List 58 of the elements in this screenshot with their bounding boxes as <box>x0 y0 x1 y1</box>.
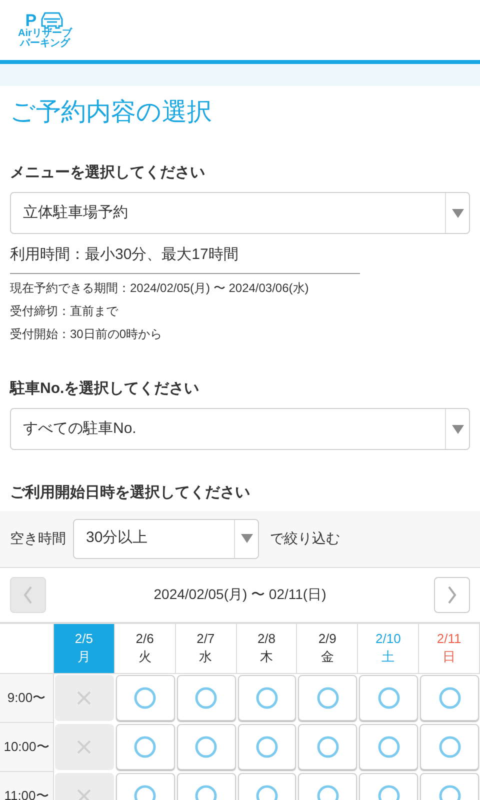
available-slot[interactable] <box>420 674 479 720</box>
section-label: メニューを選択してください <box>10 162 206 182</box>
dropdown-arrow-icon <box>452 424 464 434</box>
week-range: 2024/02/05(月) 〜 02/11(日) <box>154 585 326 604</box>
next-week-button[interactable] <box>434 576 470 612</box>
available-slot[interactable] <box>238 724 296 770</box>
circle-icon <box>256 686 278 708</box>
circle-icon <box>438 686 461 708</box>
circle-icon <box>316 736 339 758</box>
section-label: 駐車No.を選択してください <box>10 378 200 398</box>
info-text: 現在予約できる期間：2024/02/05(月) 〜 2024/03/06(水) <box>10 280 310 296</box>
available-slot[interactable] <box>116 674 175 720</box>
available-slot[interactable] <box>238 674 296 720</box>
time-label: 9:00〜 <box>0 674 54 722</box>
available-slot[interactable] <box>420 724 479 770</box>
circle-icon <box>134 686 156 708</box>
dropdown-arrow-icon <box>240 534 252 543</box>
chevron-left-icon <box>23 586 33 604</box>
circle-icon <box>378 686 400 708</box>
day-header[interactable]: 2/9 金 <box>297 624 358 674</box>
chevron-right-icon <box>447 586 457 604</box>
day-header[interactable]: 2/7 水 <box>176 624 237 674</box>
circle-icon <box>256 736 278 758</box>
menu-select[interactable]: 立体駐車場予約 <box>10 192 470 234</box>
circle-icon <box>195 686 218 708</box>
available-slot[interactable] <box>116 724 175 770</box>
day-header[interactable]: 2/6 火 <box>114 624 176 674</box>
available-slot[interactable] <box>359 674 418 720</box>
cross-icon <box>77 788 92 800</box>
time-label: 10:00〜 <box>0 722 54 772</box>
logo-text: Airリザーブ <box>18 29 72 39</box>
available-slot[interactable] <box>359 724 418 770</box>
circle-icon <box>134 736 156 758</box>
info-text: 受付開始：30日前の0時から <box>10 326 164 342</box>
circle-icon <box>378 736 400 758</box>
time-label: 11:00〜 <box>0 772 54 800</box>
available-slot[interactable] <box>298 674 358 720</box>
available-slot[interactable] <box>176 724 236 770</box>
filter-label: 空き時間 <box>10 529 66 548</box>
logo-text: パーキング <box>20 39 70 49</box>
page-title: ご予約内容の選択 <box>10 97 213 128</box>
usage-time: 利用時間：最小30分、最大17時間 <box>10 244 360 274</box>
duration-select[interactable]: 30分以上 <box>73 518 259 558</box>
circle-icon <box>438 736 461 758</box>
spot-select[interactable]: すべての駐車No. <box>10 408 470 450</box>
dropdown-arrow-icon <box>452 208 464 218</box>
cross-icon <box>77 740 92 754</box>
circle-icon <box>195 736 218 758</box>
info-text: 受付締切：直前まで <box>10 302 120 320</box>
circle-icon <box>316 686 339 708</box>
section-label: ご利用開始日時を選択してください <box>10 483 251 503</box>
filter-suffix: で絞り込む <box>270 529 340 548</box>
cross-icon <box>77 690 92 704</box>
available-slot[interactable] <box>176 674 236 720</box>
day-header[interactable]: 2/8 木 <box>236 624 298 674</box>
available-slot[interactable] <box>298 724 358 770</box>
car-icon <box>38 11 65 29</box>
logo-letter: P <box>25 12 37 29</box>
